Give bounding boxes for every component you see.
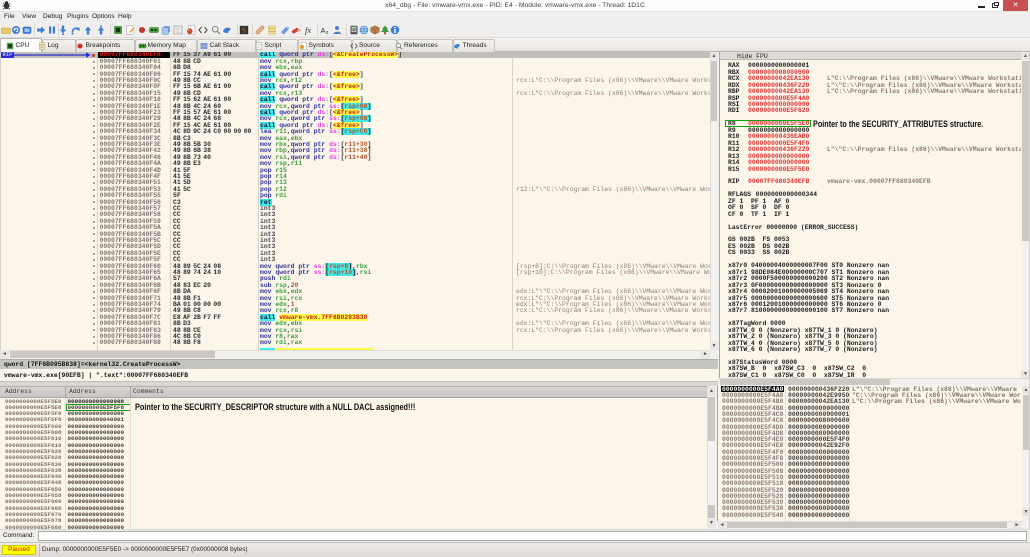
svg-text:S: S (242, 26, 246, 35)
svg-text:fx: fx (305, 25, 311, 35)
svg-text:A: A (321, 26, 326, 35)
svg-text:z: z (326, 30, 329, 35)
